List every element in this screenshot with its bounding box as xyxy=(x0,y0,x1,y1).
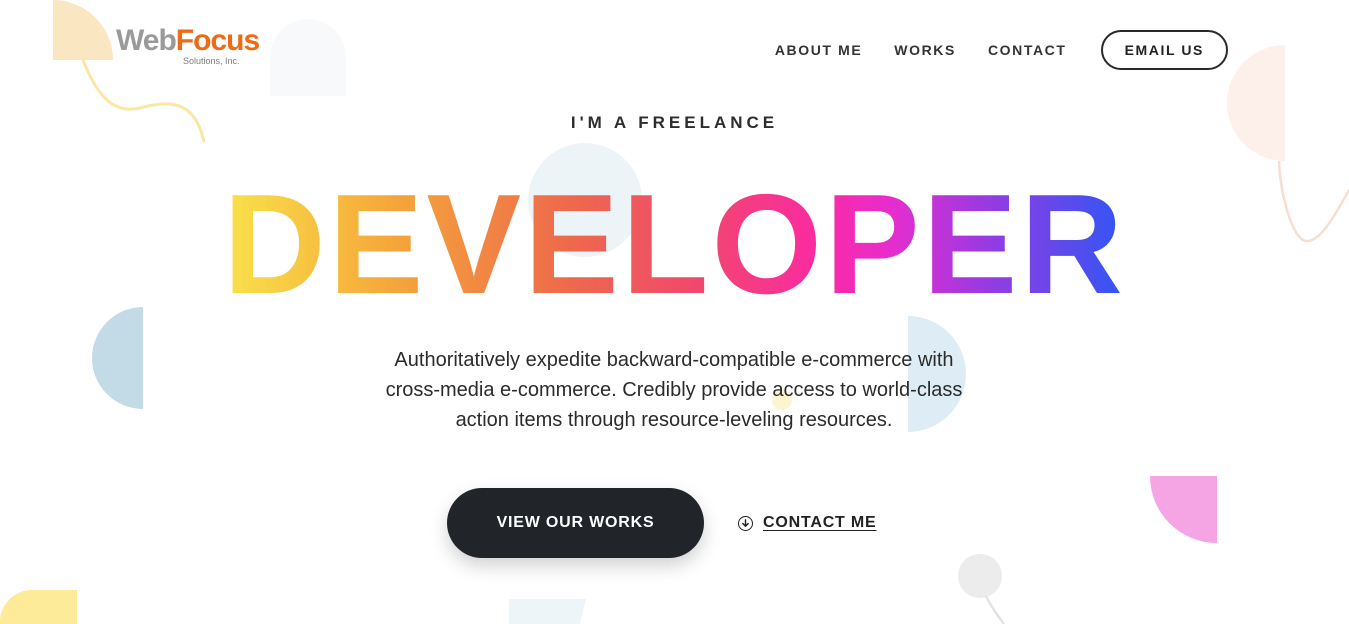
hero-eyebrow: I'M A FREELANCE xyxy=(570,113,779,132)
deco-trapezoid-blue-bottom xyxy=(509,599,586,624)
deco-quarter-pink xyxy=(1150,476,1217,543)
deco-half-circle-peach xyxy=(1227,45,1285,161)
brand-logo[interactable]: WebFocus Solutions, Inc. xyxy=(116,24,260,67)
logo-web-text: Web xyxy=(116,24,177,57)
nav-item-works[interactable]: WORKS xyxy=(894,28,956,72)
deco-quarter-yellow-bottom xyxy=(0,589,77,624)
deco-line-gray xyxy=(984,595,1006,624)
arrow-down-circle-icon xyxy=(738,515,753,531)
nav-item-contact[interactable]: CONTACT xyxy=(988,28,1067,72)
nav-item-about-me[interactable]: ABOUT ME xyxy=(775,28,862,72)
deco-quarter-yellow-top xyxy=(53,0,113,60)
logo-focus-text: Focus xyxy=(175,24,260,57)
deco-circle-gray xyxy=(958,554,1002,598)
view-our-works-button[interactable]: VIEW OUR WORKS xyxy=(447,488,704,558)
logo-wordmark: WebFocus xyxy=(116,24,260,57)
hero-headline-text: DEVELOPER xyxy=(223,165,1126,324)
email-us-button[interactable]: EMAIL US xyxy=(1100,30,1228,70)
main-nav: ABOUT ME WORKS CONTACT EMAIL US xyxy=(775,28,1228,72)
contact-me-link[interactable]: CONTACT ME xyxy=(738,511,876,535)
hero-headline: DEVELOPER xyxy=(0,165,1349,325)
deco-arch-gray xyxy=(270,19,346,96)
hero-description: Authoritatively expedite backward-compat… xyxy=(385,349,963,431)
logo-subtitle: Solutions, Inc. xyxy=(183,56,240,66)
contact-me-label: CONTACT ME xyxy=(763,514,877,531)
